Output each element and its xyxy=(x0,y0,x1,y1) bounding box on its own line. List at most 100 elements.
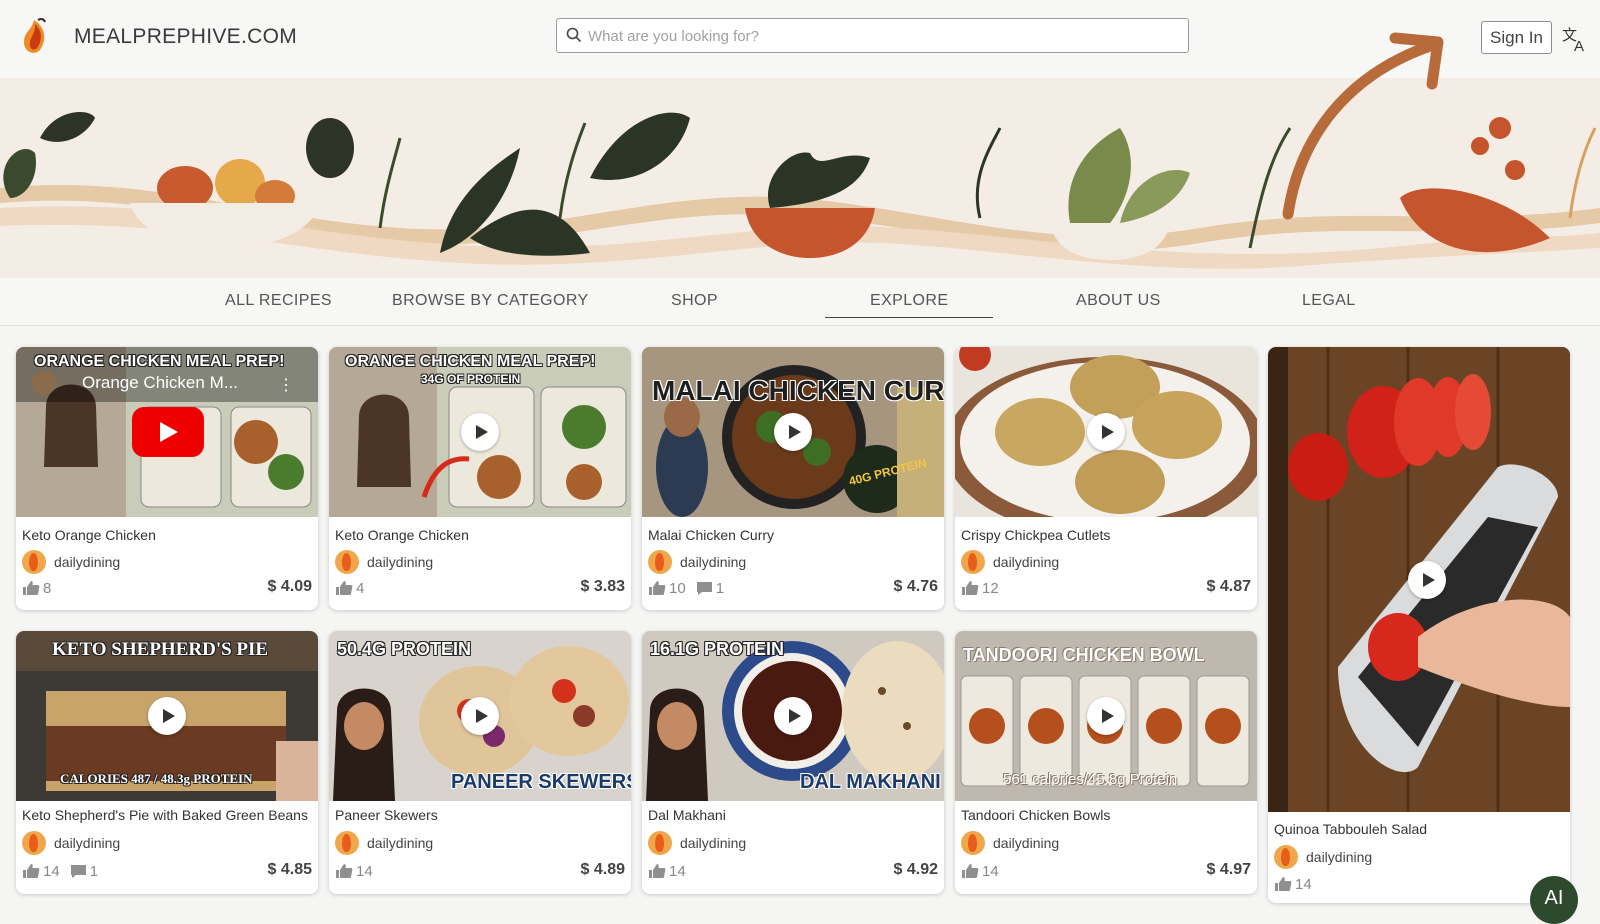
recipe-title[interactable]: Quinoa Tabbouleh Salad xyxy=(1274,821,1427,837)
likes-count: 8 xyxy=(43,579,52,597)
author-avatar xyxy=(335,831,359,855)
comments-count: 1 xyxy=(89,862,99,880)
play-icon[interactable] xyxy=(461,697,499,735)
ai-assistant-button[interactable]: AI xyxy=(1530,876,1578,924)
video-thumbnail[interactable]: ORANGE CHICKEN MEAL PREP! Orange Chicken… xyxy=(16,347,318,517)
play-icon[interactable] xyxy=(774,697,812,735)
nav-about-us[interactable]: ABOUT US xyxy=(1076,292,1161,310)
recipe-card[interactable]: TANDOORI CHICKEN BOWL 561 calories/45.8g… xyxy=(955,631,1257,894)
thumbnail-headline: 16.1G PROTEIN xyxy=(650,639,785,659)
hero-banner xyxy=(0,78,1600,278)
recipe-price: $ 4.92 xyxy=(893,861,938,878)
recipe-author[interactable]: dailydining xyxy=(22,831,120,855)
thumbnail-subline: DAL MAKHANI xyxy=(800,771,941,793)
recipe-title[interactable]: Crispy Chickpea Cutlets xyxy=(961,527,1110,543)
recipe-title[interactable]: Keto Orange Chicken xyxy=(335,527,469,543)
recipe-stats: 4 xyxy=(335,577,364,599)
play-icon[interactable] xyxy=(148,697,186,735)
recipe-price: $ 4.97 xyxy=(1206,861,1251,878)
sign-in-button[interactable]: Sign In xyxy=(1481,21,1552,54)
thumbs-up-icon[interactable] xyxy=(335,580,353,596)
nav-browse-by-category[interactable]: BROWSE BY CATEGORY xyxy=(392,292,589,310)
recipe-stats: 12 xyxy=(961,577,999,599)
recipe-author[interactable]: dailydining xyxy=(22,550,120,574)
likes-count: 10 xyxy=(669,579,686,597)
recipe-card[interactable]: ORANGE CHICKEN MEAL PREP! Orange Chicken… xyxy=(16,347,318,610)
thumbs-up-icon[interactable] xyxy=(961,580,979,596)
author-avatar xyxy=(1274,845,1298,869)
recipe-author[interactable]: dailydining xyxy=(1274,845,1372,869)
recipe-author[interactable]: dailydining xyxy=(335,550,433,574)
video-thumbnail[interactable]: ORANGE CHICKEN MEAL PREP! 34G OF PROTEIN xyxy=(329,347,631,517)
recipe-stats: 14 xyxy=(648,860,686,882)
nav-explore[interactable]: EXPLORE xyxy=(825,292,994,318)
video-thumbnail[interactable]: KETO SHEPHERD'S PIE CALORIES 487 / 48.3g… xyxy=(16,631,318,801)
youtube-play-button[interactable] xyxy=(132,407,204,457)
recipe-title[interactable]: Keto Shepherd's Pie with Baked Green Bea… xyxy=(22,807,308,823)
search-input[interactable] xyxy=(588,22,1178,50)
video-thumbnail[interactable]: 16.1G PROTEIN DAL MAKHANI xyxy=(642,631,944,801)
video-thumbnail[interactable] xyxy=(1268,347,1570,812)
recipe-card[interactable]: Quinoa Tabbouleh Salad dailydining 14 xyxy=(1268,347,1570,903)
recipe-card[interactable]: 16.1G PROTEIN DAL MAKHANI Dal Makhani da… xyxy=(642,631,944,894)
site-name[interactable]: MEALPREPHIVE.COM xyxy=(74,25,297,49)
thumbnail-subline: PANEER SKEWERS xyxy=(451,771,631,793)
recipe-title[interactable]: Malai Chicken Curry xyxy=(648,527,774,543)
thumbs-up-icon[interactable] xyxy=(1274,876,1292,892)
translate-icon[interactable]: 文 A xyxy=(1560,23,1592,55)
thumbnail-headline: KETO SHEPHERD'S PIE xyxy=(52,639,269,660)
recipe-author[interactable]: dailydining xyxy=(961,550,1059,574)
comments[interactable]: 1 xyxy=(696,580,724,597)
recipe-title[interactable]: Keto Orange Chicken xyxy=(22,527,156,543)
thumbnail-headline: MALAI CHICKEN CURRY xyxy=(652,375,944,406)
recipe-card[interactable]: KETO SHEPHERD'S PIE CALORIES 487 / 48.3g… xyxy=(16,631,318,894)
thumbs-up-icon[interactable] xyxy=(648,863,666,879)
recipe-price: $ 4.89 xyxy=(580,861,625,878)
thumbnail-subline: 561 calories/45.8g Protein xyxy=(1003,771,1178,788)
recipe-title[interactable]: Dal Makhani xyxy=(648,807,726,823)
recipe-title[interactable]: Tandoori Chicken Bowls xyxy=(961,807,1110,823)
video-thumbnail[interactable] xyxy=(955,347,1257,517)
video-thumbnail[interactable]: TANDOORI CHICKEN BOWL 561 calories/45.8g… xyxy=(955,631,1257,801)
play-icon[interactable] xyxy=(461,413,499,451)
recipe-card[interactable]: ORANGE CHICKEN MEAL PREP! 34G OF PROTEIN… xyxy=(329,347,631,610)
nav-shop[interactable]: SHOP xyxy=(671,292,718,310)
thumbs-up-icon[interactable] xyxy=(22,580,40,596)
thumbs-up-icon[interactable] xyxy=(961,863,979,879)
author-avatar xyxy=(961,831,985,855)
recipe-author[interactable]: dailydining xyxy=(648,550,746,574)
thumbnail-headline: ORANGE CHICKEN MEAL PREP! xyxy=(345,353,596,370)
thumbnail-subline: CALORIES 487 / 48.3g PROTEIN xyxy=(60,771,253,786)
thumbs-up-icon[interactable] xyxy=(335,863,353,879)
thumbs-up-icon[interactable] xyxy=(648,580,666,596)
video-thumbnail[interactable]: MALAI CHICKEN CURRY 40G PROTEIN xyxy=(642,347,944,517)
recipe-author[interactable]: dailydining xyxy=(648,831,746,855)
likes-count: 14 xyxy=(982,862,999,880)
play-icon[interactable] xyxy=(1408,561,1446,599)
nav-all-recipes[interactable]: ALL RECIPES xyxy=(225,292,332,310)
site-logo-icon[interactable] xyxy=(14,16,54,56)
author-avatar xyxy=(648,831,672,855)
thumbnail-headline: 50.4G PROTEIN xyxy=(337,639,472,659)
recipe-card[interactable]: 50.4G PROTEIN PANEER SKEWERS Paneer Skew… xyxy=(329,631,631,894)
video-thumbnail[interactable]: 50.4G PROTEIN PANEER SKEWERS xyxy=(329,631,631,801)
nav-legal[interactable]: LEGAL xyxy=(1302,292,1356,310)
recipe-title[interactable]: Paneer Skewers xyxy=(335,807,438,823)
recipe-card[interactable]: Crispy Chickpea Cutlets dailydining 12 $… xyxy=(955,347,1257,610)
more-options-icon[interactable]: ⋮ xyxy=(278,375,294,395)
comments[interactable]: 1 xyxy=(70,863,98,880)
recipe-author[interactable]: dailydining xyxy=(335,831,433,855)
search-bar[interactable] xyxy=(556,18,1189,53)
play-icon[interactable] xyxy=(1087,413,1125,451)
play-icon[interactable] xyxy=(774,413,812,451)
channel-avatar xyxy=(32,371,56,395)
comment-icon xyxy=(70,864,86,878)
author-name: dailydining xyxy=(54,835,121,851)
comment-icon xyxy=(696,581,712,595)
recipe-stats: 14 xyxy=(1274,873,1312,895)
play-icon[interactable] xyxy=(1087,697,1125,735)
recipe-card[interactable]: MALAI CHICKEN CURRY 40G PROTEIN Malai Ch… xyxy=(642,347,944,610)
recipe-author[interactable]: dailydining xyxy=(961,831,1059,855)
top-header: MEALPREPHIVE.COM Sign In 文 A xyxy=(0,0,1600,78)
thumbs-up-icon[interactable] xyxy=(22,863,40,879)
